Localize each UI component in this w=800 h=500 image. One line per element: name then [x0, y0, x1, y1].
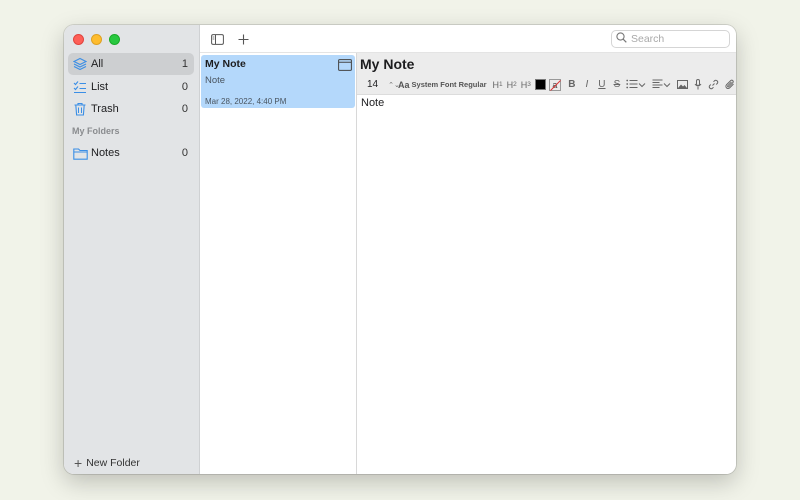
note-preview: Note [205, 75, 226, 86]
checklist-icon [72, 79, 88, 95]
sidebar-item-count: 0 [181, 80, 188, 93]
heading3-button[interactable]: H3 [521, 78, 531, 92]
note-body[interactable]: Note [357, 95, 736, 111]
search-icon [616, 32, 627, 46]
sidebar-item-label: Trash [91, 103, 119, 115]
sidebar: All 1 List 0 Trash 0 My Folders Notes 0 … [64, 25, 200, 474]
list-item[interactable]: My Note Note Mar 28, 2022, 4:40 PM [201, 55, 355, 108]
text-color-button[interactable] [534, 79, 546, 90]
notes-list: My Note Note Mar 28, 2022, 4:40 PM [200, 53, 357, 474]
sidebar-item-count: 1 [181, 58, 188, 70]
font-size-stepper[interactable]: 14 ⌃⌄ [367, 78, 400, 92]
toolbar [200, 25, 736, 53]
microphone-icon[interactable] [694, 78, 702, 92]
sidebar-item-trash[interactable]: Trash 0 [68, 98, 194, 120]
sidebar-item-count: 0 [181, 103, 188, 115]
sidebar-toggle-icon[interactable] [210, 32, 224, 46]
note-date: Mar 28, 2022, 4:40 PM [205, 97, 287, 106]
plus-icon: + [74, 455, 83, 471]
heading3-sub: 3 [527, 81, 531, 88]
sidebar-folder-notes[interactable]: Notes 0 [68, 142, 194, 164]
chevron-down-icon [638, 80, 646, 90]
note-title-field[interactable]: My Note [360, 56, 414, 72]
font-name-label: System Font Regular [411, 80, 487, 89]
my-folders-heading: My Folders [72, 126, 120, 136]
open-window-icon[interactable] [338, 58, 352, 76]
insert-image-icon[interactable] [676, 78, 688, 92]
strikethrough-button[interactable]: S [612, 78, 622, 92]
editor: My Note 14 ⌃⌄ Aa System Font Regular H1 … [357, 53, 736, 474]
search-input[interactable] [631, 33, 721, 45]
editor-header: My Note 14 ⌃⌄ Aa System Font Regular H1 … [357, 53, 736, 95]
align-menu-button[interactable] [652, 78, 671, 92]
new-folder-button[interactable]: + New Folder [74, 456, 140, 470]
heading2-sub: 2 [513, 81, 517, 88]
minimize-window-button[interactable] [91, 34, 102, 45]
font-aa-icon: Aa [398, 79, 410, 90]
bullet-list-icon [626, 79, 638, 91]
attachment-icon[interactable] [725, 78, 735, 92]
close-window-button[interactable] [73, 34, 84, 45]
heading1-sub: 1 [499, 81, 503, 88]
sidebar-item-list[interactable]: List 0 [68, 76, 194, 98]
sidebar-item-label: List [91, 80, 109, 93]
search-field[interactable] [611, 30, 730, 48]
add-note-icon[interactable] [236, 32, 250, 46]
new-folder-label: New Folder [86, 457, 140, 469]
sidebar-list: All 1 List 0 Trash 0 My Folders Notes 0 [68, 53, 194, 165]
heading1-button[interactable]: H1 [493, 78, 503, 92]
underline-button[interactable]: U [597, 78, 607, 92]
italic-button[interactable]: I [582, 78, 592, 92]
window-controls [73, 34, 120, 45]
sidebar-item-count: 0 [181, 147, 188, 159]
bold-button[interactable]: B [567, 78, 577, 92]
format-toolbar: 14 ⌃⌄ Aa System Font Regular H1 H2 H3 a … [357, 76, 736, 93]
trash-icon [72, 101, 88, 117]
highlight-color-button[interactable]: a [548, 78, 561, 91]
align-left-icon [652, 79, 663, 90]
link-icon[interactable] [708, 78, 719, 92]
font-size-value: 14 [367, 79, 379, 90]
zoom-window-button[interactable] [109, 34, 120, 45]
heading2-button[interactable]: H2 [507, 78, 517, 92]
layers-icon [72, 56, 88, 72]
font-picker-button[interactable]: Aa System Font Regular [398, 78, 487, 92]
app-window: All 1 List 0 Trash 0 My Folders Notes 0 … [64, 25, 736, 474]
sidebar-item-label: Notes [91, 147, 120, 159]
sidebar-item-label: All [91, 58, 104, 70]
list-menu-button[interactable] [626, 78, 646, 92]
note-title: My Note [205, 58, 246, 70]
chevron-down-icon [663, 80, 671, 90]
folder-icon [72, 145, 88, 161]
sidebar-item-all[interactable]: All 1 [68, 53, 194, 75]
